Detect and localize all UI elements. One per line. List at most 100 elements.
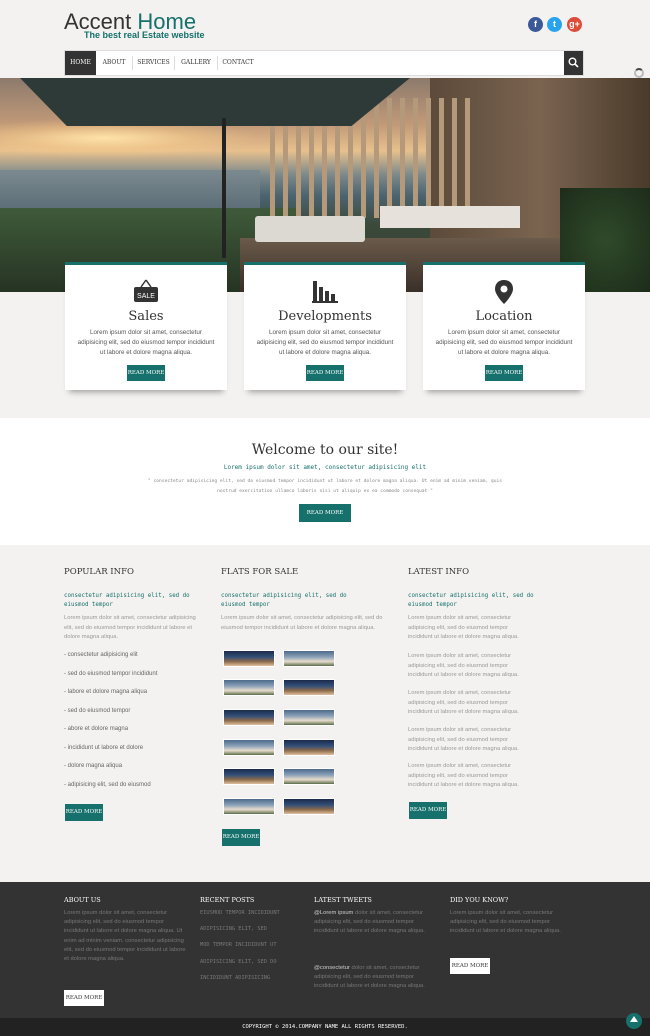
list-item[interactable]: - incididunt ut labore et dolore [64,744,204,763]
hero-sofa [380,206,520,228]
flats-subtitle[interactable]: consectetur adipisicing elit, sed do eiu… [221,592,361,610]
recent-post-link[interactable]: EIUSMOD TEMPOR INCIDIDUNT [200,910,310,916]
search-button[interactable] [564,51,583,75]
flat-thumbnail[interactable] [283,768,335,785]
read-more-button[interactable]: READ MORE [409,802,447,819]
nav-item-services[interactable]: SERVICES [133,51,174,75]
read-more-button[interactable]: READ MORE [222,829,260,846]
nav-item-about[interactable]: ABOUT [96,51,132,75]
flats-text: Lorem ipsum dolor sit amet, consectetur … [221,615,383,631]
recent-post-link[interactable]: ADIPISICING ELIT, SED [200,926,310,932]
read-more-button[interactable]: READ MORE [306,365,344,381]
recent-post-link[interactable]: ADIPISICING ELIT, SED DO [200,959,310,965]
page: Accent Home The best real Estate website… [0,0,650,1036]
footer-about-text: Lorem ipsum dolor sit amet, consectetur … [64,910,186,963]
popular-info-list: - consectetur adipisicing elit - sed do … [64,651,204,799]
google-plus-icon[interactable]: g+ [567,17,582,32]
footer-recent-posts-title: RECENT POSTS [200,896,255,904]
flat-thumbnail[interactable] [283,739,335,756]
flat-thumbnail[interactable] [283,650,335,667]
tweet-handle[interactable]: @consectetur [314,965,350,971]
footer-about-title: ABOUT US [64,896,101,904]
latest-info-paragraph: Lorem ipsum dolor sit amet, consectetur … [408,690,519,715]
welcome-section: Welcome to our site! Lorem ipsum dolor s… [0,418,650,545]
list-item[interactable]: - dolore magna aliqua [64,762,204,781]
list-item[interactable]: - labore et dolore magna aliqua [64,688,204,707]
read-more-button[interactable]: READ MORE [64,990,104,1006]
info-columns: POPULAR INFO consectetur adipisicing eli… [0,545,650,882]
hero-sea [0,170,260,210]
flat-thumbnail[interactable] [283,798,335,815]
tweet-handle[interactable]: @Lorem ipsum [314,910,353,916]
popular-info-title: POPULAR INFO [64,567,134,577]
hero-image [0,78,650,292]
footer-did-you-know-title: DID YOU KNOW? [450,896,509,904]
tweet: @Lorem ipsum dolor sit amet, consectetur… [314,909,436,937]
tweet: @consectetur dolor sit amet, consectetur… [314,964,436,992]
read-more-button[interactable]: READ MORE [450,958,490,974]
flat-thumbnail[interactable] [223,679,275,696]
latest-info-paragraph: Lorem ipsum dolor sit amet, consectetur … [408,615,519,640]
feature-box-sales: SALE Sales Lorem ipsum dolor sit amet, c… [65,262,227,390]
bar-chart-icon [312,281,338,303]
search-icon [568,57,579,68]
flats-for-sale-title: FLATS FOR SALE [221,567,299,577]
list-item[interactable]: - sed do eiusmod tempor incididunt [64,670,204,689]
header: Accent Home The best real Estate website… [0,0,650,78]
back-to-top-icon[interactable] [626,1013,642,1029]
slider-loading-icon [634,68,644,78]
latest-info-paragraph: Lorem ipsum dolor sit amet, consectetur … [408,653,519,678]
feature-title: Developments [278,309,372,324]
popular-info-text: Lorem ipsum dolor sit amet, consectetur … [64,615,196,640]
list-item[interactable]: - consectetur adipisicing elit [64,651,204,670]
list-item[interactable]: - adipisicing elit, sed do eiusmod [64,781,204,800]
latest-info-subtitle[interactable]: consectetur adipisicing elit, sed do eiu… [408,592,548,610]
flat-thumbnail[interactable] [283,709,335,726]
feature-text: Lorem ipsum dolor sit amet, consectetur … [256,329,394,356]
sale-sign-icon: SALE [134,279,158,302]
flat-thumbnail[interactable] [223,768,275,785]
nav-item-contact[interactable]: CONTACT [218,51,258,75]
feature-title: Location [475,309,533,324]
welcome-title: Welcome to our site! [251,442,399,458]
main-nav: HOME ABOUT SERVICES GALLERY CONTACT [64,50,584,76]
facebook-icon[interactable]: f [528,17,543,32]
latest-info-title: LATEST INFO [408,567,470,577]
recent-post-link[interactable]: INCIDIDUNT ADIPISICING [200,975,310,981]
flat-thumbnail[interactable] [283,679,335,696]
feature-box-location: Location Lorem ipsum dolor sit amet, con… [423,262,585,390]
hero-umbrella [20,78,410,126]
nav-item-home[interactable]: HOME [65,51,96,75]
footer-latest-tweets-title: LATEST TWEETS [314,896,372,904]
feature-text: Lorem ipsum dolor sit amet, consectetur … [435,329,573,356]
flat-thumbnail[interactable] [223,650,275,667]
feature-boxes: SALE Sales Lorem ipsum dolor sit amet, c… [0,262,650,398]
flat-thumbnail[interactable] [223,798,275,815]
latest-info-paragraph: Lorem ipsum dolor sit amet, consectetur … [408,763,519,788]
copyright: COPYRIGHT © 2014.COMPANY NAME ALL RIGHTS… [0,1018,650,1036]
footer-did-you-know-text: Lorem ipsum dolor sit amet, consectetur … [450,910,561,935]
sale-badge-text: SALE [137,293,155,300]
recent-post-link[interactable]: MOD TEMPOR INCIDIDUNT UT [200,942,310,948]
flat-thumbnail[interactable] [223,709,275,726]
read-more-button[interactable]: READ MORE [485,365,523,381]
twitter-icon[interactable]: t [547,17,562,32]
read-more-button[interactable]: READ MORE [299,504,351,522]
map-pin-icon [495,280,513,304]
welcome-text: " consectetur adipisicing elit, sed do e… [147,479,502,494]
footer: ABOUT US Lorem ipsum dolor sit amet, con… [0,882,650,1018]
flat-thumbnail[interactable] [223,739,275,756]
read-more-button[interactable]: READ MORE [127,365,165,381]
logo-tagline: The best real Estate website [84,30,205,40]
read-more-button[interactable]: READ MORE [65,804,103,821]
latest-info-paragraph: Lorem ipsum dolor sit amet, consectetur … [408,727,519,752]
hero-umbrella-pole [222,118,226,258]
feature-title: Sales [128,309,164,324]
hero-tub [255,216,365,242]
feature-box-developments: Developments Lorem ipsum dolor sit amet,… [244,262,406,390]
list-item[interactable]: - abore et dolore magna [64,725,204,744]
feature-text: Lorem ipsum dolor sit amet, consectetur … [77,329,215,356]
list-item[interactable]: - sed do eiusmod tempor [64,707,204,726]
nav-item-gallery[interactable]: GALLERY [175,51,217,75]
popular-info-subtitle[interactable]: consectetur adipisicing elit, sed do eiu… [64,592,204,610]
